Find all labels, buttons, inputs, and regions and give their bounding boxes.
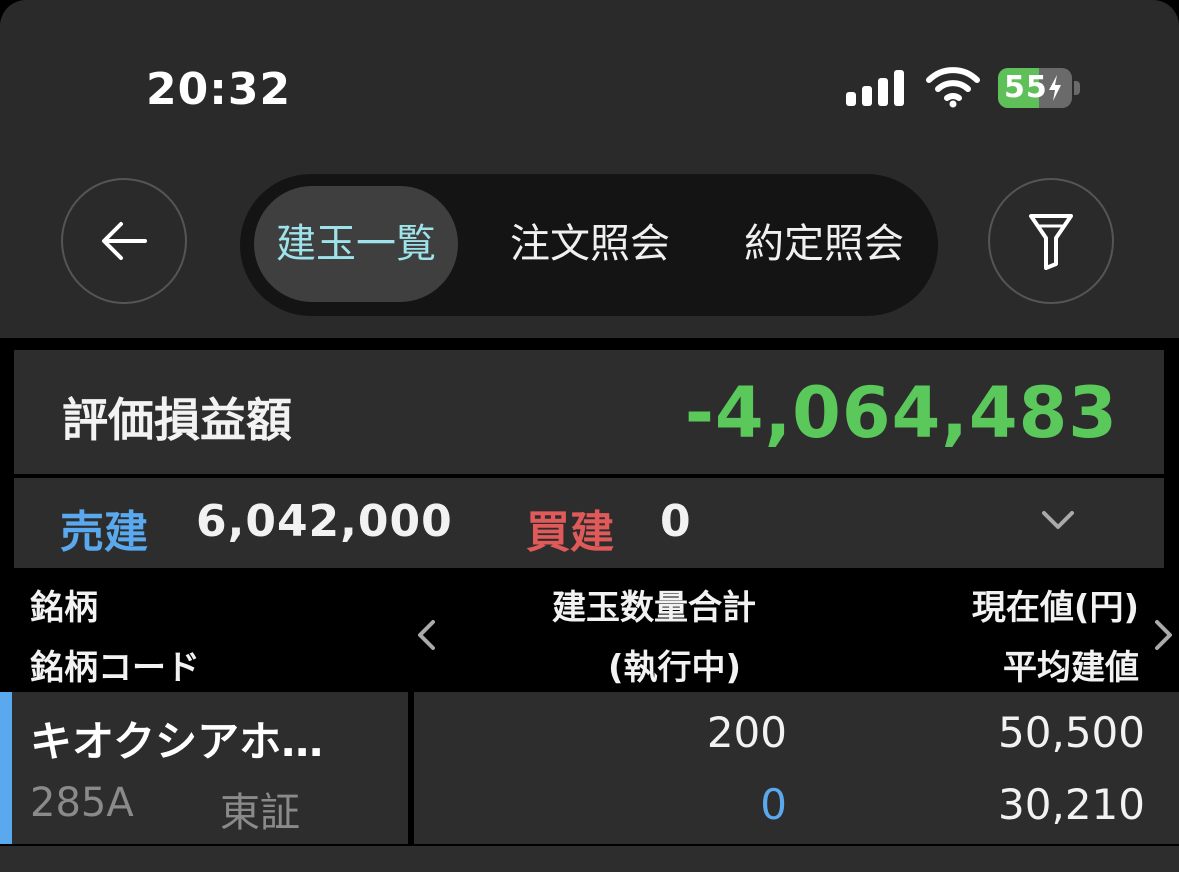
stock-market: 東証 <box>220 790 300 836</box>
scroll-left-icon[interactable] <box>414 618 438 652</box>
tab-positions[interactable]: 建玉一覧 <box>254 186 458 302</box>
average-price-value: 30,210 <box>998 780 1145 829</box>
sell-value: 6,042,000 <box>196 496 453 547</box>
header-average-price: 平均建値 <box>1003 648 1139 688</box>
table-row-values[interactable]: 200 0 50,500 30,210 <box>414 692 1179 844</box>
back-arrow-icon <box>102 222 147 260</box>
battery-indicator: 55 <box>998 68 1082 108</box>
status-time: 20:32 <box>146 64 292 115</box>
header-symbol: 銘柄 <box>30 588 98 628</box>
tab-bar: 建玉一覧 注文照会 約定照会 <box>240 174 938 316</box>
battery-percent: 55 <box>1004 70 1048 105</box>
quantity-value: 200 <box>706 708 787 757</box>
pl-label: 評価損益額 <box>62 393 292 447</box>
tab-orders[interactable]: 注文照会 <box>488 186 692 302</box>
profit-loss-summary: 評価損益額 -4,064,483 <box>14 350 1164 474</box>
filter-icon <box>1029 214 1073 270</box>
stock-name: キオクシアホ… <box>30 717 324 766</box>
position-totals[interactable]: 売建 6,042,000 買建 0 <box>14 478 1164 568</box>
stock-code: 285A <box>30 780 134 826</box>
executing-value: 0 <box>760 780 787 829</box>
tab-executions[interactable]: 約定照会 <box>722 186 926 302</box>
table-row[interactable]: キオクシアホ… 285A 東証 <box>0 692 408 844</box>
bolt-icon <box>1049 75 1061 101</box>
header: 20:32 55 建玉一覧 注文照会 約定照会 <box>0 0 1179 338</box>
chevron-down-icon[interactable] <box>1040 508 1076 532</box>
header-executing: (執行中) <box>608 648 742 688</box>
filter-button[interactable] <box>988 178 1114 304</box>
row-accent <box>0 692 12 844</box>
header-symbol-code: 銘柄コード <box>30 648 200 688</box>
buy-value: 0 <box>660 496 691 547</box>
header-quantity: 建玉数量合計 <box>552 588 756 628</box>
current-price-value: 50,500 <box>998 708 1145 757</box>
buy-label: 買建 <box>526 507 614 558</box>
wifi-icon <box>926 67 980 108</box>
pl-value: -4,064,483 <box>684 372 1118 454</box>
app-screen: 20:32 55 建玉一覧 注文照会 約定照会 評価損益額 -4,064,483… <box>0 0 1179 872</box>
header-current-price: 現在値(円) <box>971 588 1139 628</box>
scroll-right-icon[interactable] <box>1152 618 1176 652</box>
back-button[interactable] <box>61 178 187 304</box>
cellular-signal-icon <box>846 70 906 106</box>
sell-label: 売建 <box>60 507 148 558</box>
next-row-edge <box>0 846 1179 872</box>
